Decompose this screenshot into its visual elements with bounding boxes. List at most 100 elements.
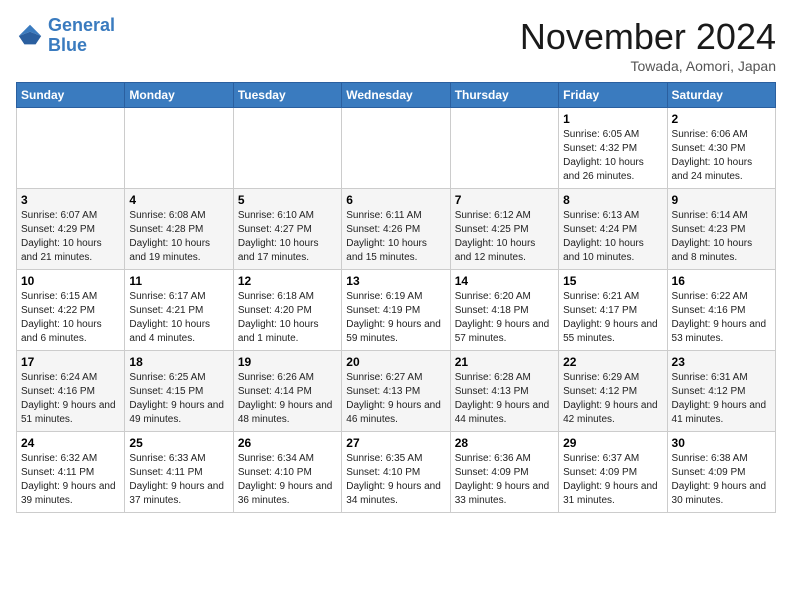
calendar-cell [450,108,558,189]
day-info: Sunrise: 6:24 AM Sunset: 4:16 PM Dayligh… [21,371,120,427]
calendar-cell: 11 Sunrise: 6:17 AM Sunset: 4:21 PM Dayli… [125,270,233,351]
day-info: Sunrise: 6:22 AM Sunset: 4:16 PM Dayligh… [672,290,771,346]
day-number: 13 [346,274,445,288]
calendar-cell: 20Sunrise: 6:27 AM Sunset: 4:13 PM Dayli… [342,351,450,432]
weekday-saturday: Saturday [667,83,775,108]
calendar-cell: 5 Sunrise: 6:10 AM Sunset: 4:27 PM Daylig… [233,189,341,270]
day-number: 9 [672,193,771,207]
calendar-body: 1Sunrise: 6:05 AM Sunset: 4:32 PM Daylig… [17,108,776,513]
day-number: 8 [563,193,662,207]
day-number: 15 [563,274,662,288]
calendar-cell: 2Sunrise: 6:06 AM Sunset: 4:30 PM Daylig… [667,108,775,189]
day-info: Sunrise: 6:18 AM Sunset: 4:20 PM Dayligh… [238,290,337,346]
day-info: Sunrise: 6:31 AM Sunset: 4:12 PM Dayligh… [672,371,771,427]
logo-text: General Blue [48,16,115,56]
day-info: Sunrise: 6:33 AM Sunset: 4:11 PM Dayligh… [129,452,228,508]
day-info: Sunrise: 6:27 AM Sunset: 4:13 PM Dayligh… [346,371,445,427]
weekday-friday: Friday [559,83,667,108]
calendar-cell: 25Sunrise: 6:33 AM Sunset: 4:11 PM Dayli… [125,432,233,513]
calendar-cell: 30 Sunrise: 6:38 AM Sunset: 4:09 PM Dayli… [667,432,775,513]
calendar-cell: 23 Sunrise: 6:31 AM Sunset: 4:12 PM Dayli… [667,351,775,432]
calendar-week-2: 3Sunrise: 6:07 AM Sunset: 4:29 PM Daylig… [17,189,776,270]
calendar-cell: 16 Sunrise: 6:22 AM Sunset: 4:16 PM Dayli… [667,270,775,351]
day-number: 23 [672,355,771,369]
calendar-week-5: 24 Sunrise: 6:32 AM Sunset: 4:11 PM Dayli… [17,432,776,513]
calendar-cell: 22 Sunrise: 6:29 AM Sunset: 4:12 PM Dayli… [559,351,667,432]
day-number: 6 [346,193,445,207]
day-number: 24 [21,436,120,450]
day-info: Sunrise: 6:15 AM Sunset: 4:22 PM Dayligh… [21,290,120,346]
day-info: Sunrise: 6:12 AM Sunset: 4:25 PM Dayligh… [455,209,554,265]
weekday-monday: Monday [125,83,233,108]
calendar-cell: 3Sunrise: 6:07 AM Sunset: 4:29 PM Daylig… [17,189,125,270]
day-number: 30 [672,436,771,450]
calendar-cell: 29 Sunrise: 6:37 AM Sunset: 4:09 PM Dayli… [559,432,667,513]
calendar-week-4: 17Sunrise: 6:24 AM Sunset: 4:16 PM Dayli… [17,351,776,432]
day-number: 19 [238,355,337,369]
weekday-thursday: Thursday [450,83,558,108]
calendar-cell: 26 Sunrise: 6:34 AM Sunset: 4:10 PM Dayli… [233,432,341,513]
day-number: 5 [238,193,337,207]
day-info: Sunrise: 6:08 AM Sunset: 4:28 PM Dayligh… [129,209,228,265]
day-info: Sunrise: 6:35 AM Sunset: 4:10 PM Dayligh… [346,452,445,508]
calendar-cell: 19 Sunrise: 6:26 AM Sunset: 4:14 PM Dayli… [233,351,341,432]
day-info: Sunrise: 6:38 AM Sunset: 4:09 PM Dayligh… [672,452,771,508]
calendar-cell: 15Sunrise: 6:21 AM Sunset: 4:17 PM Dayli… [559,270,667,351]
calendar-cell: 28Sunrise: 6:36 AM Sunset: 4:09 PM Dayli… [450,432,558,513]
day-number: 18 [129,355,228,369]
day-info: Sunrise: 6:06 AM Sunset: 4:30 PM Dayligh… [672,128,771,184]
calendar-cell [233,108,341,189]
calendar-cell: 4 Sunrise: 6:08 AM Sunset: 4:28 PM Daylig… [125,189,233,270]
day-number: 14 [455,274,554,288]
calendar-cell: 13 Sunrise: 6:19 AM Sunset: 4:19 PM Dayli… [342,270,450,351]
day-number: 29 [563,436,662,450]
day-info: Sunrise: 6:29 AM Sunset: 4:12 PM Dayligh… [563,371,662,427]
calendar-week-1: 1Sunrise: 6:05 AM Sunset: 4:32 PM Daylig… [17,108,776,189]
day-number: 22 [563,355,662,369]
day-number: 4 [129,193,228,207]
weekday-wednesday: Wednesday [342,83,450,108]
day-info: Sunrise: 6:25 AM Sunset: 4:15 PM Dayligh… [129,371,228,427]
location: Towada, Aomori, Japan [520,58,776,74]
logo-icon [16,22,44,50]
weekday-sunday: Sunday [17,83,125,108]
day-info: Sunrise: 6:34 AM Sunset: 4:10 PM Dayligh… [238,452,337,508]
calendar-cell [17,108,125,189]
calendar-cell: 21 Sunrise: 6:28 AM Sunset: 4:13 PM Dayli… [450,351,558,432]
month-title: November 2024 [520,16,776,58]
calendar-cell [125,108,233,189]
calendar-cell: 24 Sunrise: 6:32 AM Sunset: 4:11 PM Dayli… [17,432,125,513]
calendar-cell: 17Sunrise: 6:24 AM Sunset: 4:16 PM Dayli… [17,351,125,432]
day-number: 11 [129,274,228,288]
day-number: 27 [346,436,445,450]
weekday-tuesday: Tuesday [233,83,341,108]
day-info: Sunrise: 6:10 AM Sunset: 4:27 PM Dayligh… [238,209,337,265]
logo-general: General [48,15,115,35]
calendar-cell: 18 Sunrise: 6:25 AM Sunset: 4:15 PM Dayli… [125,351,233,432]
day-number: 21 [455,355,554,369]
logo: General Blue [16,16,115,56]
calendar-cell [342,108,450,189]
logo-blue: Blue [48,36,115,56]
calendar-cell: 27 Sunrise: 6:35 AM Sunset: 4:10 PM Dayli… [342,432,450,513]
day-info: Sunrise: 6:32 AM Sunset: 4:11 PM Dayligh… [21,452,120,508]
calendar-week-3: 10Sunrise: 6:15 AM Sunset: 4:22 PM Dayli… [17,270,776,351]
calendar-cell: 1Sunrise: 6:05 AM Sunset: 4:32 PM Daylig… [559,108,667,189]
calendar-cell: 7 Sunrise: 6:12 AM Sunset: 4:25 PM Daylig… [450,189,558,270]
calendar-cell: 12Sunrise: 6:18 AM Sunset: 4:20 PM Dayli… [233,270,341,351]
day-info: Sunrise: 6:37 AM Sunset: 4:09 PM Dayligh… [563,452,662,508]
day-info: Sunrise: 6:19 AM Sunset: 4:19 PM Dayligh… [346,290,445,346]
day-number: 16 [672,274,771,288]
day-info: Sunrise: 6:26 AM Sunset: 4:14 PM Dayligh… [238,371,337,427]
day-number: 26 [238,436,337,450]
day-info: Sunrise: 6:28 AM Sunset: 4:13 PM Dayligh… [455,371,554,427]
day-info: Sunrise: 6:36 AM Sunset: 4:09 PM Dayligh… [455,452,554,508]
calendar-cell: 10Sunrise: 6:15 AM Sunset: 4:22 PM Dayli… [17,270,125,351]
calendar-cell: 9Sunrise: 6:14 AM Sunset: 4:23 PM Daylig… [667,189,775,270]
page-header: General Blue November 2024 Towada, Aomor… [16,16,776,74]
day-info: Sunrise: 6:17 AM Sunset: 4:21 PM Dayligh… [129,290,228,346]
day-number: 7 [455,193,554,207]
day-info: Sunrise: 6:20 AM Sunset: 4:18 PM Dayligh… [455,290,554,346]
title-area: November 2024 Towada, Aomori, Japan [520,16,776,74]
weekday-header-row: SundayMondayTuesdayWednesdayThursdayFrid… [17,83,776,108]
